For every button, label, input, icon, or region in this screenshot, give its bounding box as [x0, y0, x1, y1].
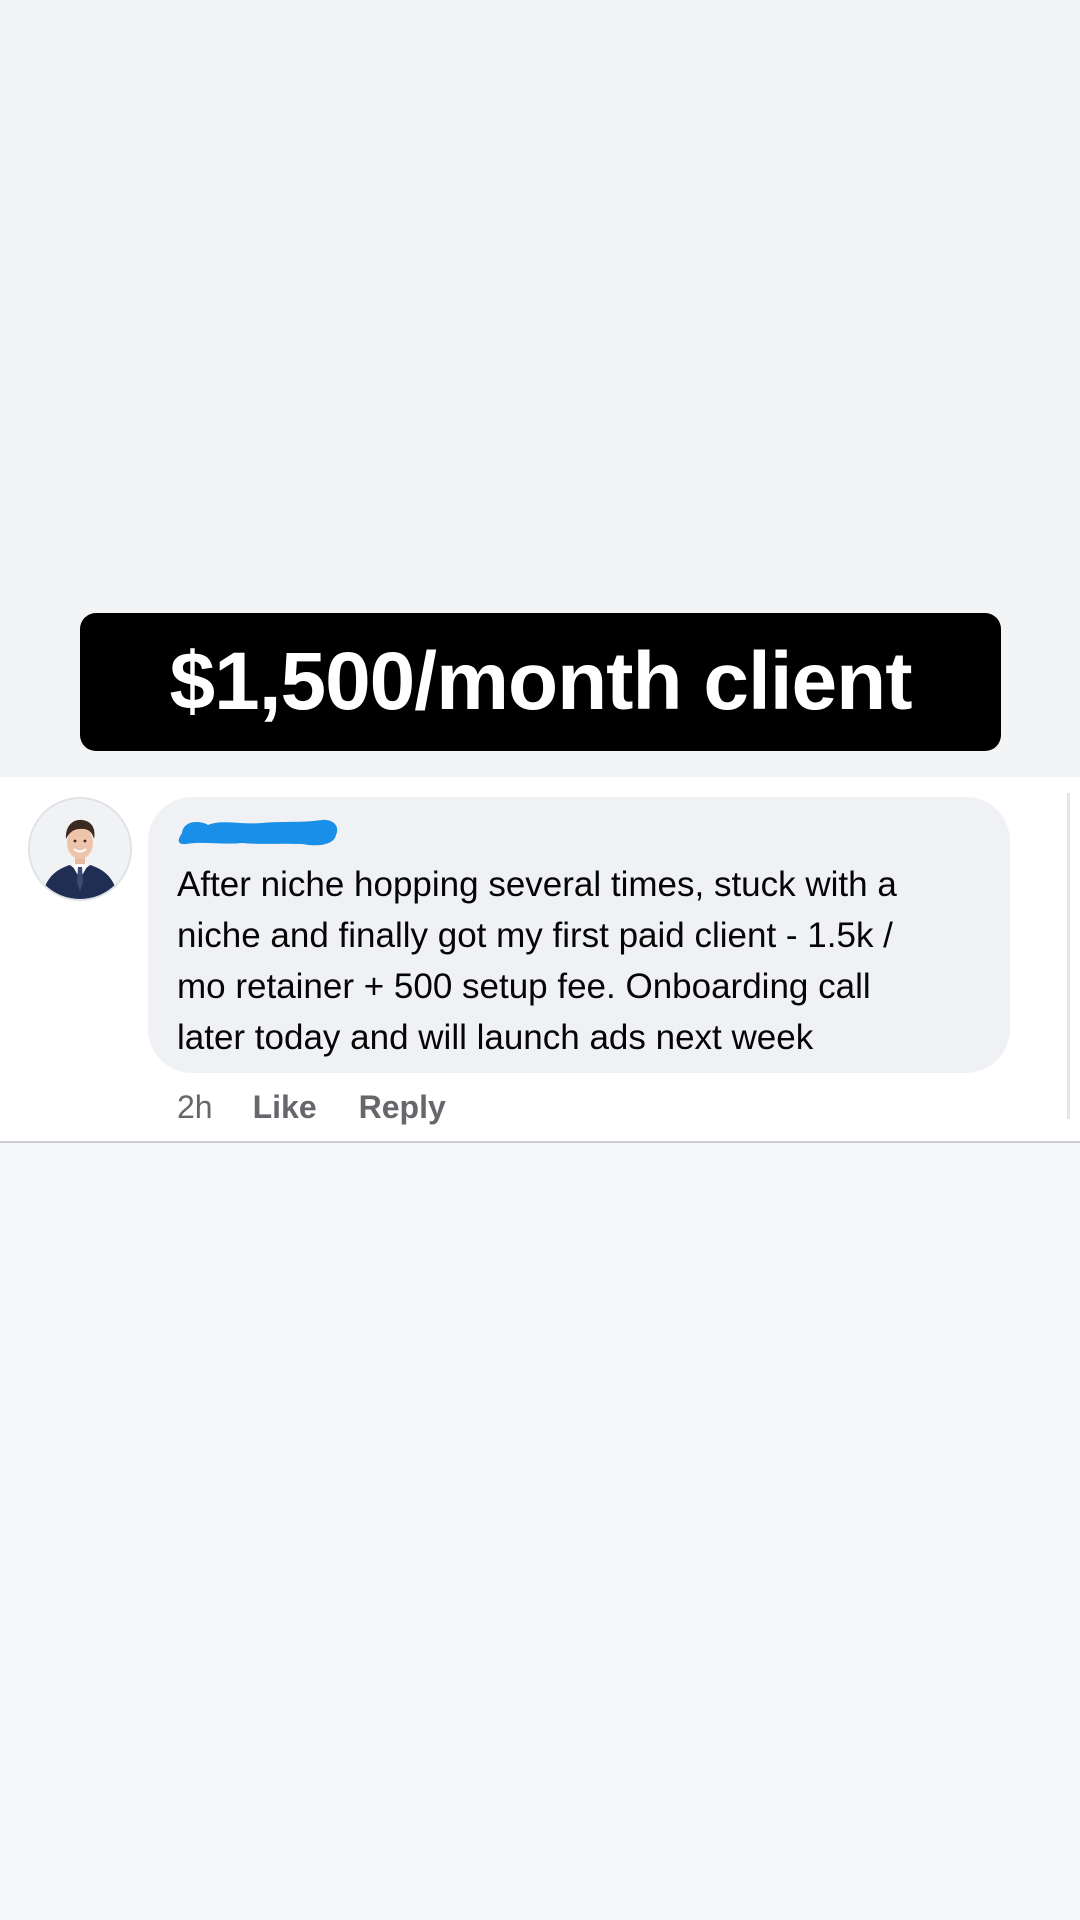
comment-actions: 2h Like Reply [177, 1085, 488, 1129]
comment-text: After niche hopping several times, stuck… [177, 865, 897, 1057]
comment-bubble: After niche hopping several times, stuck… [148, 797, 1010, 1073]
comment-timestamp[interactable]: 2h [177, 1089, 213, 1126]
headline-banner: $1,500/month client [80, 613, 1001, 751]
bottom-background [0, 1143, 1080, 1920]
comment-card: After niche hopping several times, stuck… [0, 777, 1080, 1143]
avatar-photo-icon [30, 799, 130, 899]
headline-text: $1,500/month client [169, 636, 912, 727]
avatar[interactable] [30, 799, 130, 899]
scrollbar-track [1067, 793, 1070, 1119]
author-name-redaction [178, 819, 338, 846]
reply-button[interactable]: Reply [359, 1089, 446, 1126]
like-button[interactable]: Like [253, 1089, 317, 1126]
